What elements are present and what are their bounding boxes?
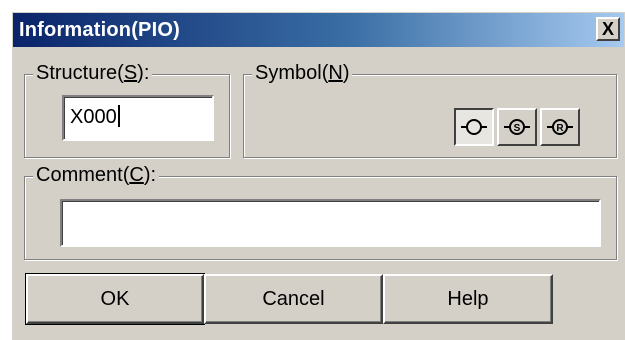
comment-input[interactable]: [60, 199, 601, 247]
comment-group: Comment(C):: [24, 163, 617, 260]
set-coil-icon: S: [504, 119, 530, 135]
cancel-button-label: Cancel: [262, 287, 325, 310]
reset-coil-letter: R: [556, 123, 564, 134]
coil-icon: [461, 119, 487, 135]
symbol-group: Symbol(N) S R: [243, 61, 617, 158]
symbol-button-group: S R: [454, 108, 580, 146]
close-icon: X: [601, 19, 614, 39]
structure-input[interactable]: X000: [62, 95, 214, 141]
help-button[interactable]: Help: [383, 274, 553, 324]
comment-label: Comment(C):: [33, 163, 160, 187]
ok-button-label: OK: [100, 287, 130, 310]
text-caret: [117, 105, 120, 127]
dialog-title: Information(PIO): [19, 18, 180, 41]
set-coil-letter: S: [514, 123, 521, 134]
close-button[interactable]: X: [596, 17, 620, 41]
help-button-label: Help: [447, 287, 489, 310]
coil-symbol-button[interactable]: [454, 108, 494, 146]
reset-coil-icon: R: [547, 119, 573, 135]
title-bar[interactable]: Information(PIO) X: [13, 13, 624, 47]
symbol-label: Symbol(N): [252, 61, 353, 85]
structure-input-value: X000: [70, 106, 117, 128]
structure-label: Structure(S):: [33, 61, 153, 85]
set-coil-symbol-button[interactable]: S: [497, 108, 537, 146]
information-dialog: Information(PIO) X Structure(S): X000 Sy…: [10, 10, 625, 340]
ok-button[interactable]: OK: [25, 273, 205, 325]
reset-coil-symbol-button[interactable]: R: [540, 108, 580, 146]
cancel-button[interactable]: Cancel: [204, 274, 383, 324]
structure-group: Structure(S): X000: [24, 61, 230, 158]
